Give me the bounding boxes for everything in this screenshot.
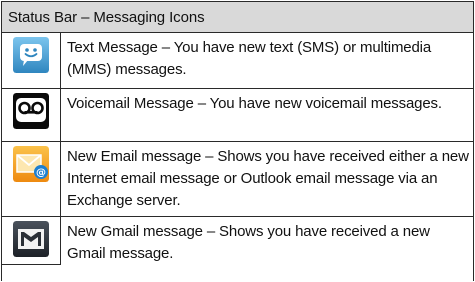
email-icon: @ (13, 146, 49, 182)
svg-text:@: @ (36, 168, 46, 179)
table-header: Status Bar – Messaging Icons (2, 1, 473, 33)
voicemail-icon (13, 93, 49, 129)
gmail-icon (13, 221, 49, 257)
text-message-icon (13, 37, 49, 73)
table-row-text-message: Text Message – You have new text (SMS) o… (2, 33, 473, 89)
icon-cell (2, 33, 61, 88)
row-description: New Email message – Shows you have recei… (67, 148, 469, 209)
table-row-email: @ New Email message – Shows you have rec… (2, 142, 473, 217)
icon-cell: @ (2, 142, 61, 216)
table-row-voicemail: Voicemail Message – You have new voicema… (2, 89, 473, 142)
row-description: Text Message – You have new text (SMS) o… (67, 39, 432, 78)
icon-cell (2, 217, 61, 265)
table-row-gmail: New Gmail message – Shows you have recei… (2, 217, 473, 281)
icon-cell (2, 89, 61, 141)
row-description: Voicemail Message – You have new voicema… (67, 95, 442, 112)
messaging-icons-table: Status Bar – Messaging Icons Text Messag… (1, 1, 474, 281)
row-description: New Gmail message – Shows you have recei… (67, 223, 430, 262)
